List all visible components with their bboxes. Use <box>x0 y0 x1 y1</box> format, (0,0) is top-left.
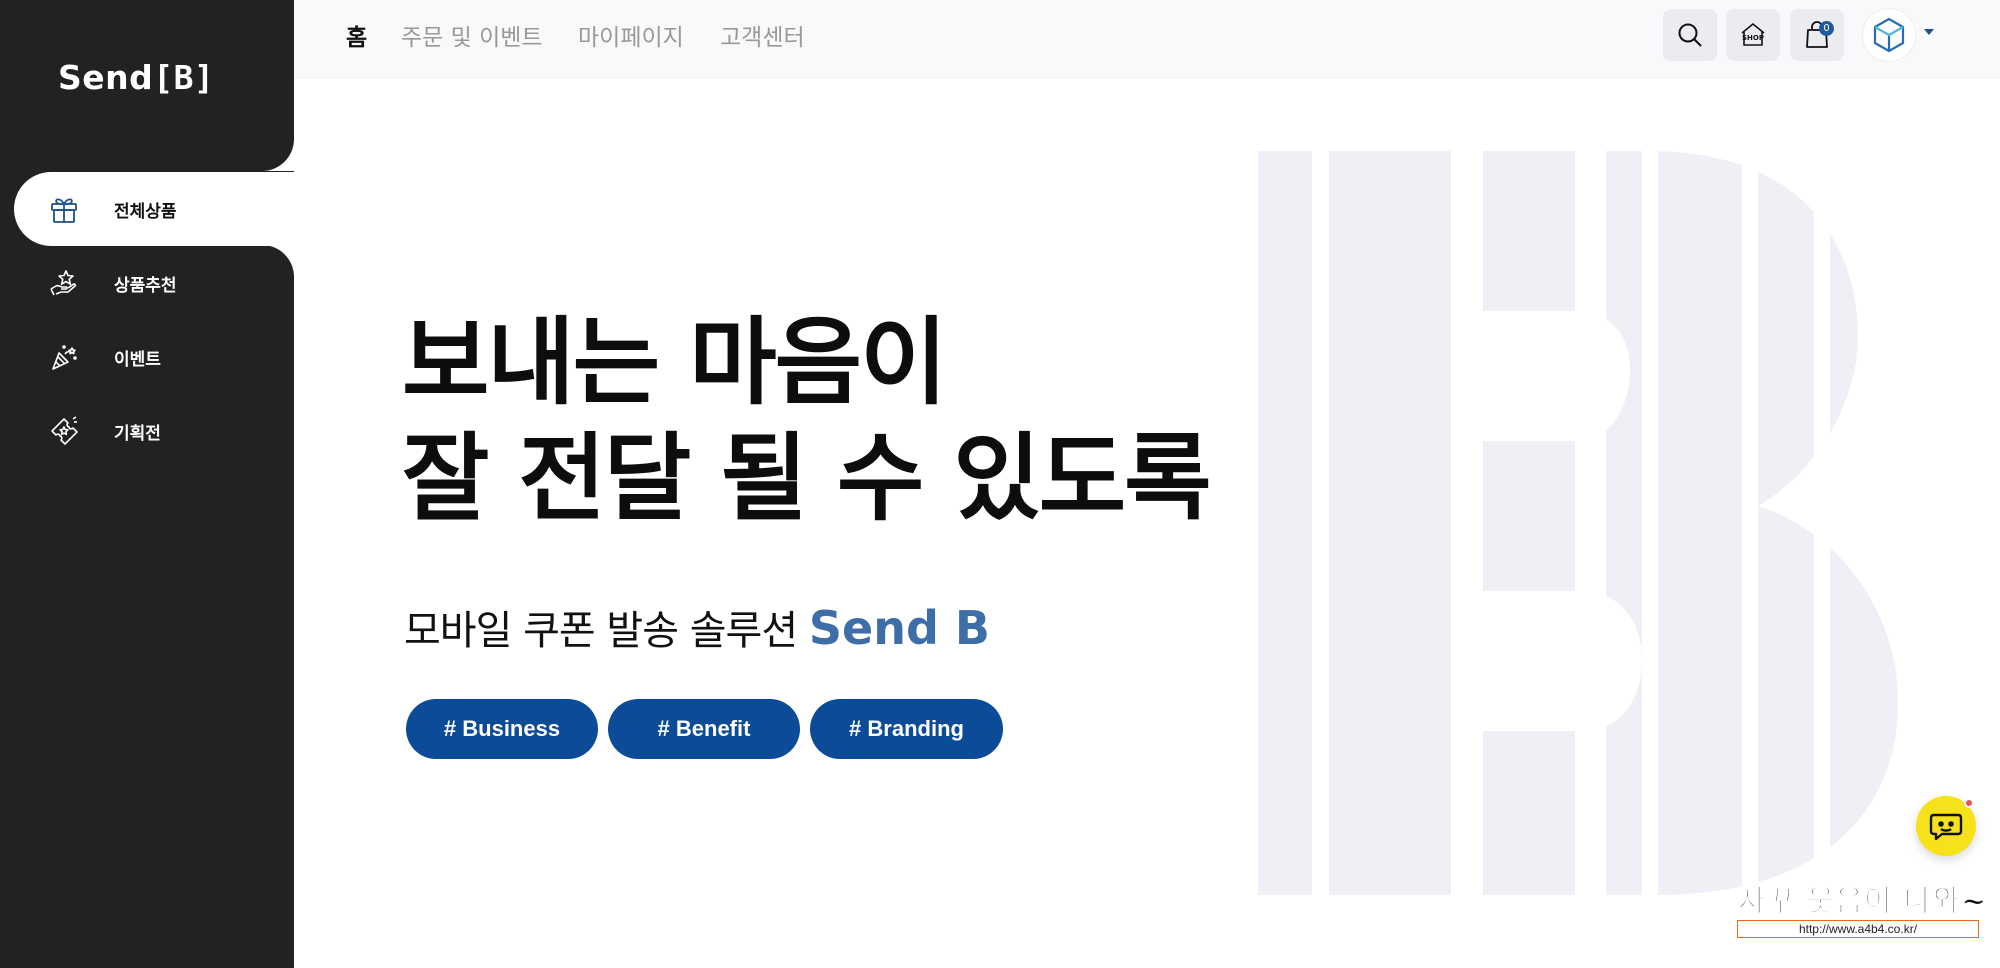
nav-mypage[interactable]: 마이페이지 <box>578 18 684 52</box>
sidebar-item-all-products[interactable]: 전체상품 <box>14 172 294 246</box>
hero-title-line-2: 잘 전달 될 수 있도록 <box>402 424 1211 534</box>
profile-avatar[interactable] <box>1862 8 1916 62</box>
nav-home[interactable]: 홈 <box>346 18 367 52</box>
sidebar: Send[B] 전체상품 상품추천 이벤트 기획전 <box>0 0 294 968</box>
gift-icon <box>51 198 77 223</box>
hand-star-icon <box>50 270 77 296</box>
chat-bubble-icon <box>1929 813 1963 841</box>
cart-count-badge: 0 <box>1819 21 1834 36</box>
shop-button[interactable]: SHOP <box>1726 9 1780 61</box>
sidebar-item-recommend[interactable]: 상품추천 <box>14 246 294 320</box>
sidebar-item-exhibition[interactable]: 기획전 <box>14 394 294 468</box>
tag-benefit-button[interactable]: # Benefit <box>608 699 800 759</box>
hero-subtitle: 모바일 쿠폰 발송 솔루션 Send B <box>404 598 990 656</box>
brand-b-mark <box>1258 151 1898 895</box>
cart-button[interactable]: 0 <box>1790 9 1844 61</box>
shop-icon: SHOP <box>1741 23 1765 46</box>
search-icon <box>1678 23 1702 47</box>
logo-mark: [B] <box>153 58 215 97</box>
hero-subtitle-brand: Send B <box>808 601 990 655</box>
notification-dot <box>1964 798 1974 808</box>
logo[interactable]: Send[B] <box>58 58 214 97</box>
watermark-script: 자꾸 웃음이 나와~ <box>1737 884 1988 920</box>
chat-button[interactable] <box>1916 796 1976 856</box>
party-popper-icon <box>52 345 77 370</box>
sidebar-item-label: 전체상품 <box>114 201 177 222</box>
sidebar-item-label: 상품추천 <box>114 275 177 296</box>
hero-subtitle-text: 모바일 쿠폰 발송 솔루션 <box>404 608 798 654</box>
chevron-down-icon[interactable] <box>1924 28 1934 36</box>
sidebar-item-label: 이벤트 <box>114 349 161 370</box>
tag-business-button[interactable]: # Business <box>406 699 598 759</box>
search-button[interactable] <box>1663 9 1717 61</box>
shop-icon-label: SHOP <box>1742 34 1764 42</box>
logo-text: Send <box>58 58 154 97</box>
watermark-url: http://www.a4b4.co.kr/ <box>1737 920 1979 938</box>
sidebar-notch <box>262 139 294 171</box>
cube-icon <box>1873 17 1905 53</box>
nav-customer-center[interactable]: 고객센터 <box>720 18 805 52</box>
sidebar-item-event[interactable]: 이벤트 <box>14 320 294 394</box>
nav-orders-events[interactable]: 주문 및 이벤트 <box>401 18 543 52</box>
ticket-star-icon <box>51 416 78 445</box>
tag-branding-button[interactable]: # Branding <box>810 699 1003 759</box>
sidebar-item-label: 기획전 <box>114 423 161 444</box>
